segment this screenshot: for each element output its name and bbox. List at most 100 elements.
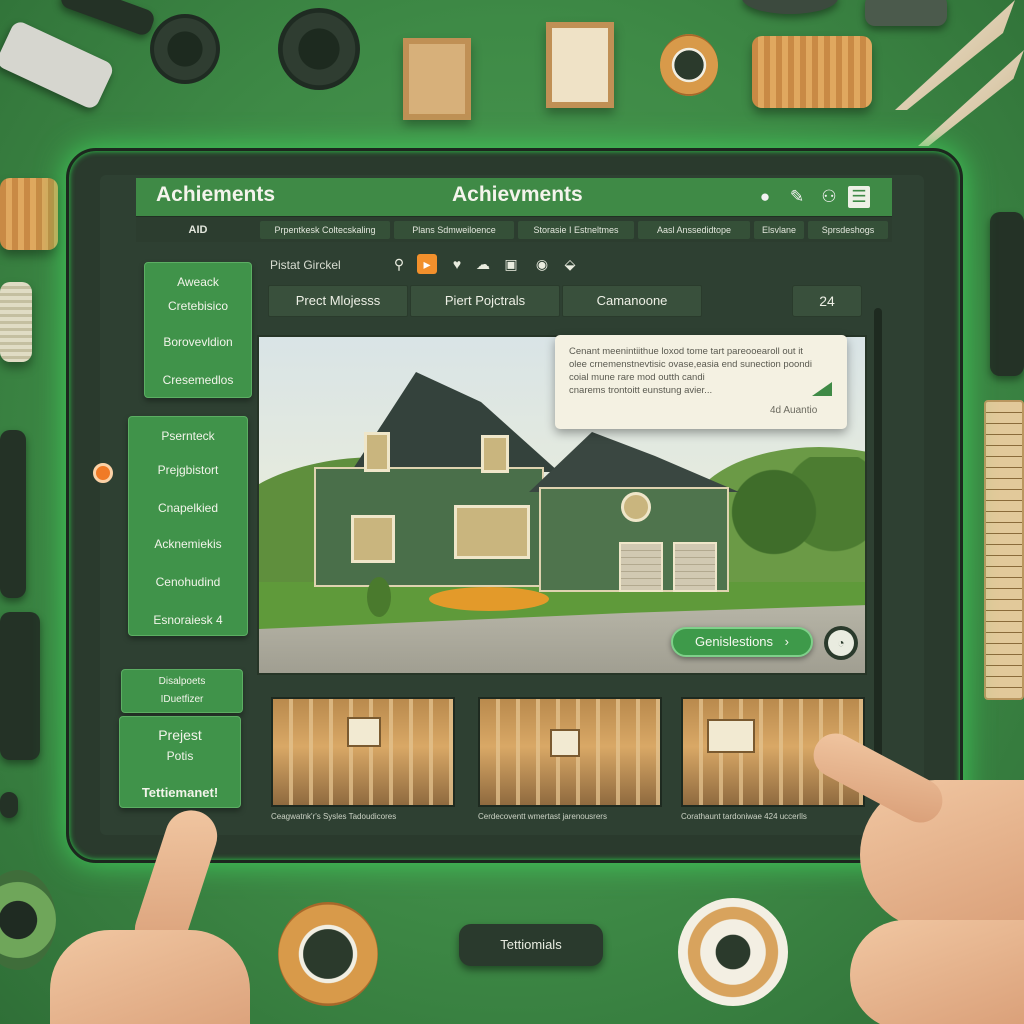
clip [0, 792, 18, 818]
sidebar-item[interactable]: Aweack [145, 275, 251, 289]
tab-storage[interactable]: Storasie I Estneltmes [518, 221, 634, 239]
garage-door [673, 542, 717, 592]
cloud-icon[interactable]: ☁ [473, 254, 493, 274]
sidebar-group: Aweack Cretebisico Borovevldion Cresemed… [144, 262, 252, 398]
sidebar-item[interactable]: Cresemedlos [145, 373, 251, 387]
thumbnail-caption: Ceagwatnk'r's Sysles Tadoudicores [271, 812, 397, 821]
shrub [367, 577, 391, 617]
tab-elsvlane[interactable]: Elsvlane [754, 221, 804, 239]
sidebar-item[interactable]: Disalpoets [122, 676, 242, 687]
settings-round-icon[interactable]: ◔ [828, 630, 854, 656]
right-hand [850, 920, 1024, 1024]
sidebar-item[interactable]: IDuetfizer [122, 694, 242, 705]
wood-spool [0, 178, 58, 250]
callout-line: cnarems trontoitt eunstung avier... [569, 385, 713, 396]
tape-roll [678, 898, 788, 1006]
title-bar: Achiements Achievments ● ✎ ⚇ ☰ [136, 178, 892, 216]
wood-spool [752, 36, 872, 108]
sidebar-item[interactable]: Prejest [120, 727, 240, 743]
app-title: Achiements [156, 183, 276, 206]
thread-spool [0, 282, 32, 362]
search-icon[interactable]: ⚲ [389, 254, 409, 274]
dish [742, 0, 838, 14]
testimonials-link[interactable]: Tettiemanet! [120, 785, 240, 800]
tape-roll [278, 8, 360, 90]
ruler [984, 400, 1024, 700]
flower-bed [429, 587, 549, 611]
tab-spreadsheets[interactable]: Sprsdeshogs [808, 221, 888, 239]
continue-button[interactable]: Genislestions › [671, 627, 813, 657]
callout-line: Cenant meenintiithue loxod tome tart par… [569, 346, 803, 357]
tag-icon[interactable]: ⬙ [560, 254, 580, 274]
thumb-window [550, 729, 580, 757]
sidebar-item[interactable]: Cnapelkied [129, 501, 247, 515]
segment-project-portals[interactable]: Piert Pojctrals [410, 285, 560, 317]
sidebar-group: Psernteck Prejgbistort Cnapelkied Acknem… [128, 416, 248, 636]
thumb-window [347, 717, 381, 747]
tape-roll [0, 870, 56, 970]
heart-icon[interactable]: ♥ [447, 254, 467, 274]
callout-line: coial mune rare mod outth candi [569, 372, 705, 383]
sidebar-group: Disalpoets IDuetfizer [121, 669, 243, 713]
sidebar-item[interactable]: Esnoraiesk 4 [129, 613, 247, 627]
wood-frame [403, 38, 471, 120]
sidebar-item[interactable]: Cretebisico [145, 299, 251, 313]
tape-roll [150, 14, 220, 84]
sidebar-item[interactable]: Borovevldion [145, 335, 251, 349]
house-window [454, 505, 530, 559]
segment-camanoone[interactable]: Camanoone [562, 285, 702, 317]
callout-line: olee crnemenstnevtisic ovase,easia end s… [569, 359, 812, 370]
thumbnail-image[interactable] [478, 697, 662, 807]
continue-label: Genislestions [694, 634, 774, 649]
pliers [0, 19, 116, 111]
callout-meta: 4d Auantio [770, 405, 818, 416]
indicator-dot[interactable] [93, 463, 113, 483]
flag-icon[interactable]: ▸ [417, 254, 437, 274]
testimonials-button[interactable]: Tettiomials [459, 924, 603, 966]
page-title: Achievments [452, 183, 583, 206]
wood-spool [660, 34, 718, 96]
segment-project-milestones[interactable]: Prect Mlojesss [268, 285, 408, 317]
record-icon[interactable]: ● [754, 186, 776, 208]
people-icon[interactable]: ⚇ [818, 186, 840, 208]
tape-roll [278, 902, 378, 1006]
eye-icon[interactable]: ◉ [532, 254, 552, 274]
sidebar-item[interactable]: Acknemiekis [129, 537, 247, 551]
chevron-right-icon: › [784, 634, 789, 649]
image-icon[interactable]: ▣ [501, 254, 521, 274]
clamp [990, 212, 1024, 376]
project-count: 24 [792, 285, 862, 317]
thumbnail-image[interactable] [271, 697, 455, 807]
sidebar-item[interactable]: Psernteck [129, 429, 247, 443]
filter-label: Pistat Girckel [270, 258, 341, 272]
house-window [621, 492, 651, 522]
tab-associate[interactable]: Aasl Anssedidtope [638, 221, 750, 239]
clamp [0, 612, 40, 760]
utility-blade [918, 50, 1024, 146]
house-window [351, 515, 395, 563]
clamp [0, 430, 26, 598]
thumb-window [707, 719, 755, 753]
tab-project-scheduling[interactable]: Prpentkesk Coltecskaling [260, 221, 390, 239]
tab-strip: AID Prpentkesk Coltecskaling Plans Sdmwe… [136, 216, 892, 242]
tab-aid[interactable]: AID [178, 221, 218, 239]
garage-door [619, 542, 663, 592]
wood-box [546, 22, 614, 108]
house-window [481, 435, 509, 473]
sidebar-group: Prejest Potis Tettiemanet! [119, 716, 241, 808]
sidebar-item[interactable]: Potis [120, 749, 240, 763]
thumbnail-caption: Cerdecoventt wmertast jarenousrers [478, 812, 607, 821]
pliers [58, 0, 157, 38]
sidebar-item[interactable]: Prejgbistort [129, 463, 247, 477]
vertical-scrollbar[interactable] [874, 308, 882, 778]
house-window [364, 432, 390, 472]
clip [865, 0, 947, 26]
left-hand [50, 930, 250, 1024]
menu-icon[interactable]: ☰ [848, 186, 870, 208]
tab-plans[interactable]: Plans Sdmweiloence [394, 221, 514, 239]
pin-icon[interactable]: ✎ [786, 186, 808, 208]
framing [273, 699, 453, 805]
trees [729, 457, 865, 567]
thumbnail-caption: Corathaunt tardoniwae 424 uccerlls [681, 812, 807, 821]
sidebar-item[interactable]: Cenohudind [129, 575, 247, 589]
